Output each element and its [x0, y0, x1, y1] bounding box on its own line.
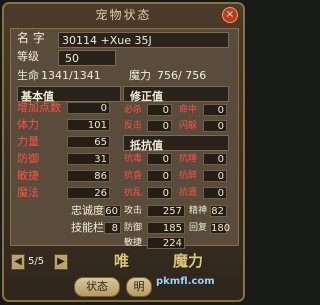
stun-resist-value: 0 [147, 170, 172, 182]
dodge-value: 0 [203, 120, 227, 132]
watermark-3: pkmfl.com [156, 276, 215, 287]
window-title: 宠物状态 [95, 8, 152, 22]
agility-label: 敏捷 [124, 238, 143, 248]
chaos-resist-label: 抗乱 [124, 188, 143, 198]
attack-value: 257 [147, 205, 185, 217]
watermark-1: 唯 [114, 252, 130, 270]
attack-label: 攻击 [124, 206, 143, 216]
page-indicator: 5/5 [28, 256, 45, 267]
magic-base-label: 魔法 [17, 186, 39, 199]
counter-value: 0 [147, 120, 172, 132]
agility-base-value: 86 [67, 170, 110, 182]
skills-value: 8 [104, 222, 121, 234]
spirit-label: 精神 [189, 206, 208, 216]
defense-value: 185 [147, 222, 185, 234]
hp-label: 生命 [17, 69, 39, 82]
drunk-resist-label: 抗醉 [179, 171, 198, 181]
recover-value: 180 [210, 222, 231, 234]
mp-label: 魔力 [129, 69, 151, 82]
agility-base-label: 敏捷 [17, 169, 39, 182]
level-value: 50 [65, 52, 79, 65]
points-label: 增加点数 [17, 101, 61, 114]
dodge-label: 闪躲 [179, 121, 198, 131]
status-tab[interactable]: 状态 [74, 277, 120, 297]
sleep-resist-value: 0 [203, 153, 227, 165]
name-value: 30114 +Xue 35J [62, 34, 152, 47]
hit-label: 命中 [179, 105, 198, 115]
name-label: 名 字 [17, 31, 45, 45]
inner-panel: 名 字 30114 +Xue 35J 等级 50 生命 1341/1341 魔力… [10, 28, 239, 249]
name-value-bar: 30114 +Xue 35J [58, 32, 229, 48]
next-page-button[interactable]: ▶ [54, 254, 68, 270]
detail-tab[interactable]: 明 [126, 277, 152, 297]
pet-status-panel: 宠物状态 × 名 字 30114 +Xue 35J 等级 50 生命 1341/… [2, 2, 245, 302]
crit-label: 必杀 [124, 105, 143, 115]
stamina-label: 体力 [17, 118, 39, 131]
defense-label: 防御 [124, 223, 143, 233]
hit-value: 0 [203, 104, 227, 116]
sleep-resist-label: 抗睡 [179, 154, 198, 164]
poison-resist-label: 抗毒 [124, 154, 143, 164]
loyalty-label: 忠诚度 [71, 204, 104, 217]
mp-value: 756/ 756 [157, 69, 207, 82]
hp-value: 1341/1341 [41, 69, 101, 82]
counter-label: 反击 [124, 121, 143, 131]
loyalty-value: 60 [104, 205, 121, 217]
prev-page-button[interactable]: ◀ [11, 254, 25, 270]
watermark-2: 魔力 [173, 252, 204, 270]
magic-base-value: 26 [67, 187, 110, 199]
agility-value: 224 [147, 237, 185, 249]
spirit-value: 82 [210, 205, 227, 217]
close-icon[interactable]: × [222, 7, 238, 23]
forget-resist-value: 0 [203, 187, 227, 199]
skills-label: 技能栏 [71, 221, 104, 234]
level-label: 等级 [17, 50, 39, 63]
resist-values-title: 抵抗值 [130, 139, 163, 152]
points-value: 0 [67, 102, 110, 114]
crit-value: 0 [147, 104, 172, 116]
chaos-resist-value: 0 [147, 187, 172, 199]
forget-resist-label: 抗遗 [179, 188, 198, 198]
level-value-bar: 50 [58, 50, 116, 66]
recover-label: 回复 [189, 223, 208, 233]
poison-resist-value: 0 [147, 153, 172, 165]
defense-base-label: 防御 [17, 152, 39, 165]
stun-resist-label: 抗昏 [124, 171, 143, 181]
strength-label: 力量 [17, 135, 39, 148]
stamina-value: 101 [67, 119, 110, 131]
defense-base-value: 31 [67, 153, 110, 165]
strength-value: 65 [67, 136, 110, 148]
drunk-resist-value: 0 [203, 170, 227, 182]
correction-values-title: 修正值 [130, 90, 163, 103]
